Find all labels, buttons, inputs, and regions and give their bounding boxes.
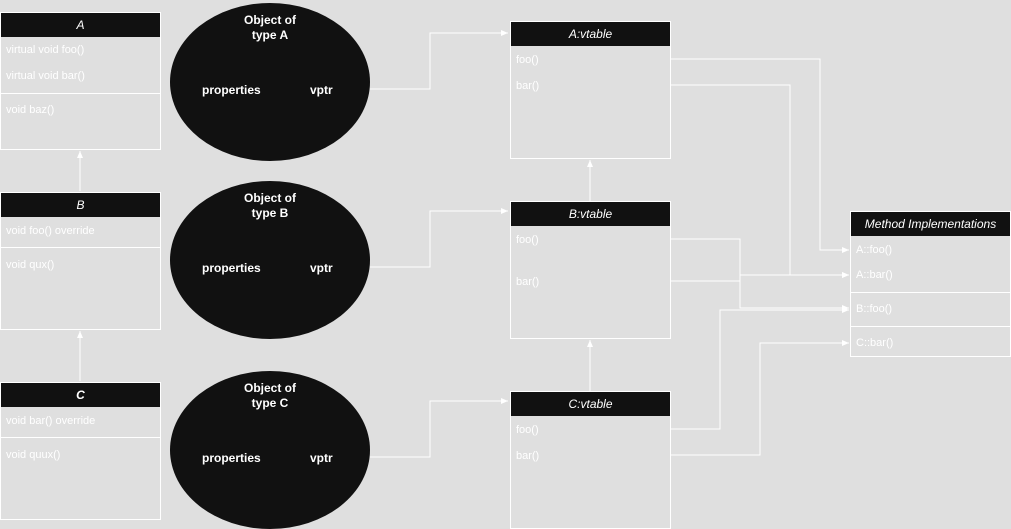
class-c-divider (1, 437, 160, 438)
vptr-line-b (350, 208, 508, 268)
object-a-title: Object of type A (170, 13, 370, 43)
vtable-b-entry-bar: bar() (516, 276, 540, 288)
method-impls-box: Method Implementations A::foo() A::bar()… (850, 211, 1011, 357)
vptr-line-a (350, 30, 508, 90)
vtable-a-box: A:vtable foo() bar() (510, 21, 671, 159)
class-a-box: A virtual void foo() virtual void bar() … (0, 12, 161, 150)
object-a-ellipse: Object of type A properties vptr (170, 3, 370, 161)
class-c-method-bar: void bar() override (6, 415, 96, 427)
vtable-b-box: B:vtable foo() bar() (510, 201, 671, 339)
method-impls-header: Method Implementations (851, 212, 1010, 236)
impl-a-foo: A::foo() (856, 244, 893, 256)
link-a-bar (671, 84, 849, 278)
class-a-method-baz: void baz() (6, 104, 55, 116)
link-b-foo (671, 238, 849, 311)
link-c-bar (671, 340, 849, 456)
class-a-divider (1, 93, 160, 94)
vtable-a-entry-foo: foo() (516, 54, 539, 66)
object-b-ellipse: Object of type B properties vptr (170, 181, 370, 339)
vptr-line-c (350, 398, 508, 458)
object-a-vptr: vptr (310, 83, 333, 97)
vtable-c-box: C:vtable foo() bar() (510, 391, 671, 529)
object-c-ellipse: Object of type C properties vptr (170, 371, 370, 529)
class-b-box: B void foo() override void qux() (0, 192, 161, 330)
class-a-method-foo: virtual void foo() (6, 44, 85, 56)
vtable-c-entry-foo: foo() (516, 424, 539, 436)
object-c-title-line1: Object of (243, 381, 296, 395)
class-b-method-qux: void qux() (6, 259, 55, 271)
impls-divider-1 (851, 292, 1010, 293)
object-a-properties: properties (202, 83, 261, 97)
link-a-foo (671, 58, 849, 253)
impl-b-foo: B::foo() (856, 303, 893, 315)
vtable-a-header: A:vtable (511, 22, 670, 46)
object-a-title-line1: Object of (243, 13, 296, 27)
class-b-divider (1, 247, 160, 248)
object-c-title-line2: type C (251, 396, 289, 410)
object-a-title-line2: type A (251, 28, 289, 42)
class-c-header: C (1, 383, 160, 407)
class-b-header: B (1, 193, 160, 217)
link-c-foo (671, 307, 849, 430)
object-b-title: Object of type B (170, 191, 370, 221)
vtable-a-entry-bar: bar() (516, 80, 540, 92)
object-b-properties: properties (202, 261, 261, 275)
class-a-method-bar: virtual void bar() (6, 70, 85, 82)
object-b-title-line1: Object of (243, 191, 296, 205)
object-c-title: Object of type C (170, 381, 370, 411)
link-b-bar (671, 272, 849, 282)
vtable-c-header: C:vtable (511, 392, 670, 416)
impl-c-bar: C::bar() (856, 337, 894, 349)
object-c-properties: properties (202, 451, 261, 465)
vtable-c-entry-bar: bar() (516, 450, 540, 462)
impl-a-bar: A::bar() (856, 269, 893, 281)
object-c-vptr: vptr (310, 451, 333, 465)
class-b-method-foo: void foo() override (6, 225, 95, 237)
object-b-vptr: vptr (310, 261, 333, 275)
vtable-b-entry-foo: foo() (516, 234, 539, 246)
class-c-box: C void bar() override void quux() (0, 382, 161, 520)
vtable-b-header: B:vtable (511, 202, 670, 226)
class-a-header: A (1, 13, 160, 37)
object-b-title-line2: type B (251, 206, 289, 220)
class-c-method-quux: void quux() (6, 449, 61, 461)
impls-divider-2 (851, 326, 1010, 327)
